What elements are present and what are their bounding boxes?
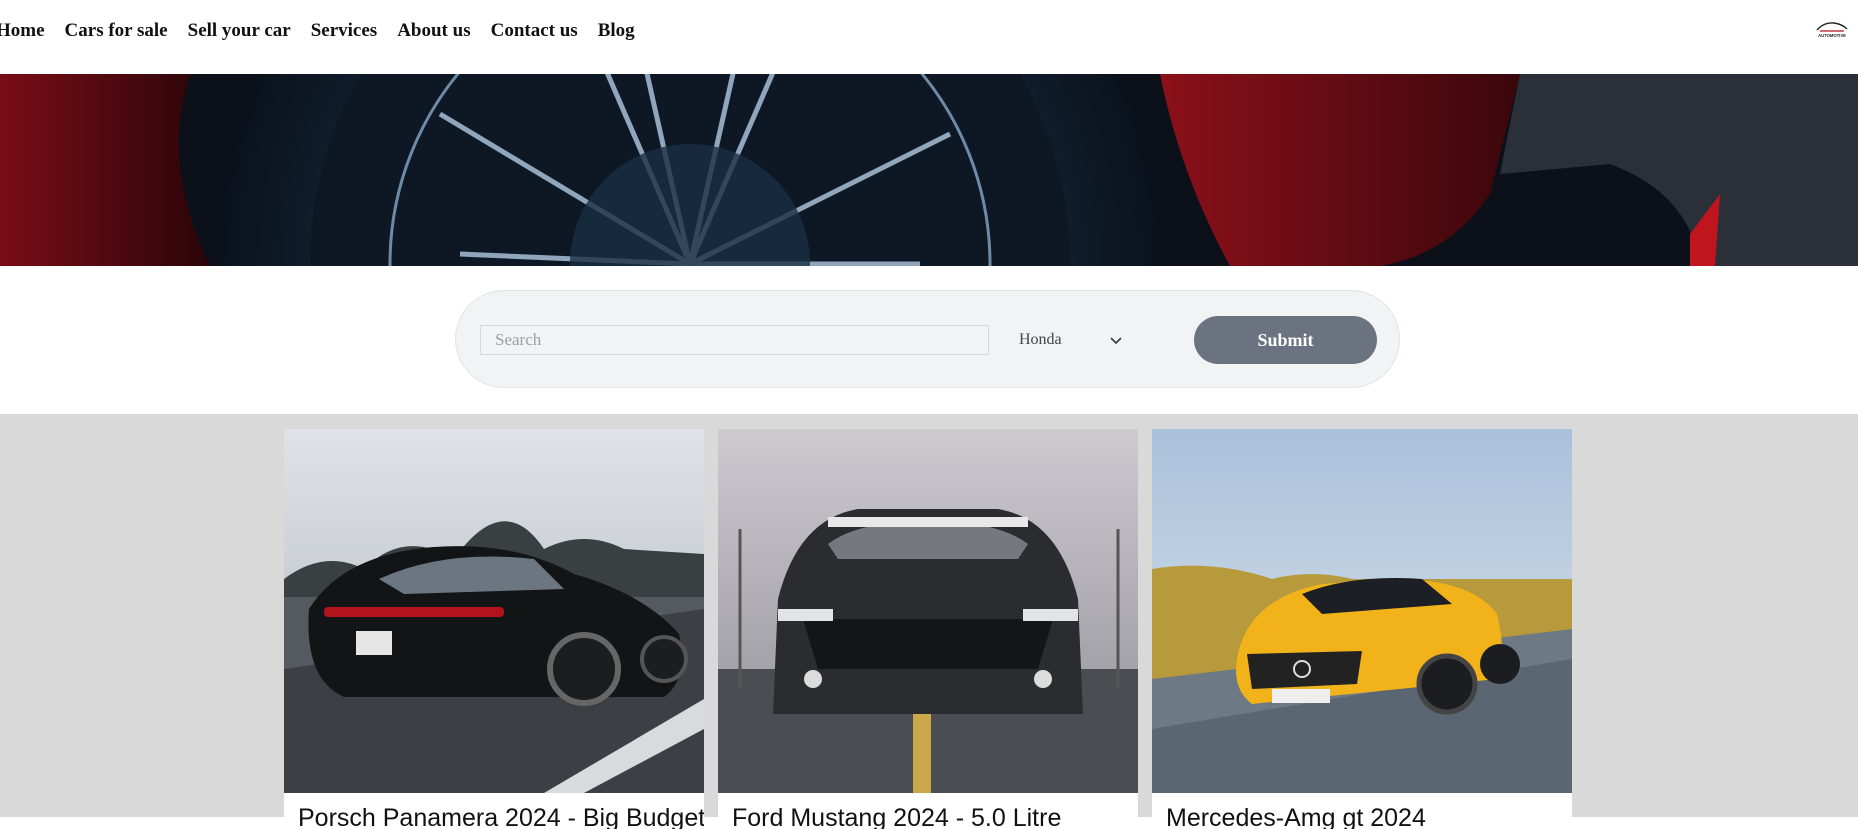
car-card-mercedes[interactable]: Mercedes-Amg gt 2024 [1152, 429, 1572, 829]
car-photo-mustang [718, 429, 1138, 793]
nav-link-sell-your-car[interactable]: Sell your car [188, 17, 291, 45]
make-select-value: Honda [1019, 331, 1062, 348]
nav-link-contact-us[interactable]: Contact us [491, 17, 578, 45]
chevron-down-icon [1110, 337, 1122, 345]
search-input[interactable] [480, 325, 989, 355]
site-logo[interactable]: AUTOMOTIVE [1814, 18, 1850, 40]
car-photo-mercedes [1152, 429, 1572, 793]
nav-link-about-us[interactable]: About us [397, 17, 470, 45]
nav-link-home[interactable]: Home [0, 17, 45, 45]
wheel-image [0, 74, 1858, 266]
search-form: Honda Submit [455, 290, 1400, 388]
make-select[interactable]: Honda [1009, 325, 1124, 355]
submit-button[interactable]: Submit [1194, 316, 1377, 364]
car-photo-porsche [284, 429, 704, 793]
top-navigation: Home Cars for sale Sell your car Service… [0, 0, 1858, 74]
nav-link-services[interactable]: Services [311, 17, 377, 45]
nav-link-blog[interactable]: Blog [598, 17, 635, 45]
nav-link-cars-for-sale[interactable]: Cars for sale [65, 17, 168, 45]
nav-links: Home Cars for sale Sell your car Service… [0, 17, 655, 45]
car-card-porsche[interactable]: Porsch Panamera 2024 - Big Budget [284, 429, 704, 829]
hero-banner-image [0, 74, 1858, 266]
logo-text: AUTOMOTIVE [1818, 33, 1846, 38]
car-listings: Porsch Panamera 2024 - Big Budget Ford M… [0, 414, 1858, 829]
car-card-mustang[interactable]: Ford Mustang 2024 - 5.0 Litre [718, 429, 1138, 829]
